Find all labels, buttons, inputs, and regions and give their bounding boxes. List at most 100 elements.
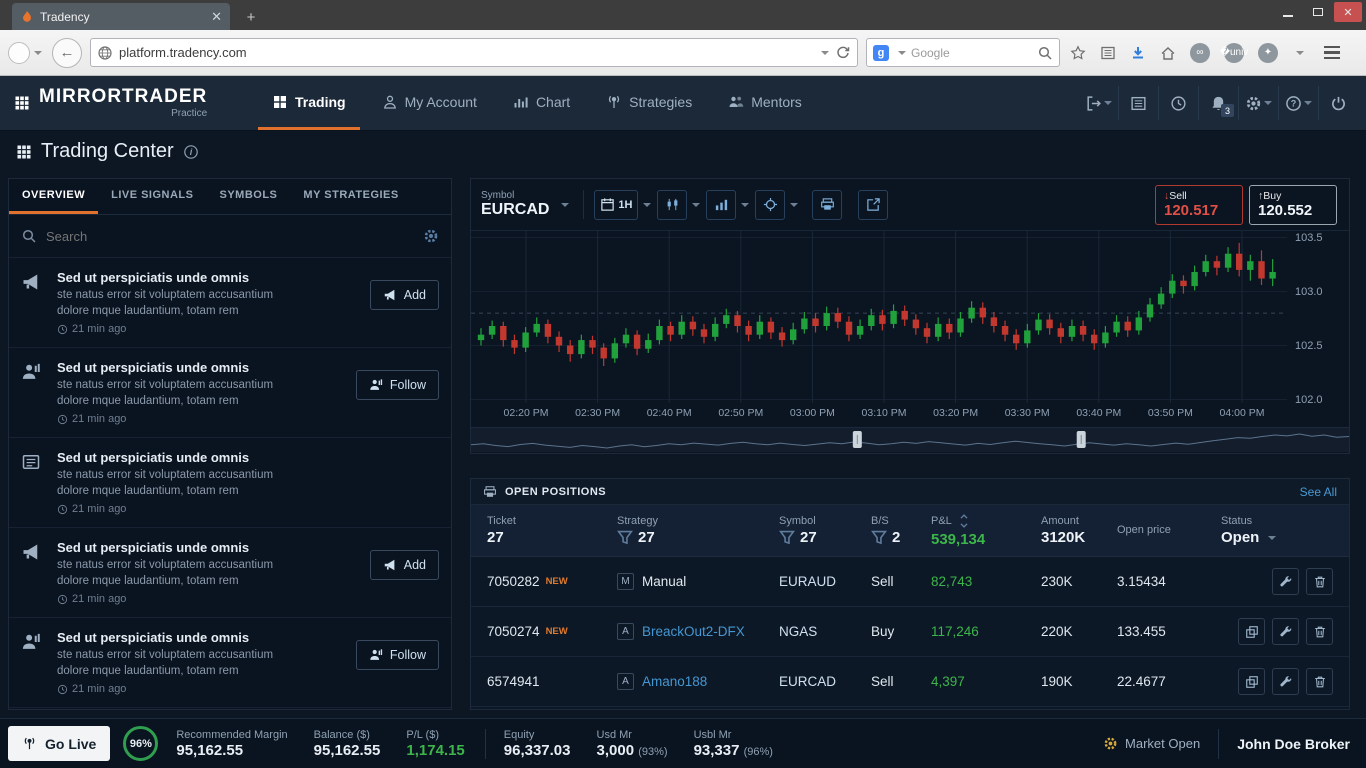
column-header-b-s[interactable]: B/S 2: [871, 515, 931, 546]
copy-button[interactable]: [1238, 618, 1265, 645]
search-icon[interactable]: [1037, 45, 1053, 61]
follow-button[interactable]: Follow: [355, 640, 439, 670]
broker-name[interactable]: John Doe Broker: [1237, 736, 1350, 752]
extension-icon[interactable]: �univ: [1220, 42, 1248, 63]
history-clock-icon[interactable]: [1158, 86, 1198, 120]
tab-groups-icon[interactable]: [8, 41, 30, 64]
google-engine-icon[interactable]: g: [873, 44, 889, 61]
search-input[interactable]: [46, 228, 414, 244]
strategy-name[interactable]: Amano188: [642, 674, 707, 689]
new-tab-button[interactable]: +: [238, 8, 264, 28]
back-button[interactable]: ←: [52, 37, 82, 68]
indicators-button[interactable]: [706, 189, 737, 220]
reports-icon[interactable]: [1118, 86, 1158, 120]
settings-gear-icon[interactable]: [1238, 86, 1278, 120]
minimize-button[interactable]: [1274, 2, 1302, 22]
market-status-label: Market Open: [1125, 736, 1201, 751]
chevron-down-icon[interactable]: [1268, 535, 1277, 540]
logout-icon[interactable]: [1078, 86, 1118, 120]
chart-type-button[interactable]: [657, 189, 688, 220]
nav-item-mentors[interactable]: Mentors: [714, 76, 816, 130]
downloads-icon[interactable]: [1130, 45, 1146, 61]
signal-card[interactable]: Sed ut perspiciatis unde omnis ste natus…: [9, 348, 451, 438]
close-button[interactable]: ✕: [1334, 2, 1362, 22]
go-live-button[interactable]: Go Live: [8, 726, 111, 761]
candlestick-chart[interactable]: 103.5 103.0 102.5 102.0 02:20 PM 02:30 PM 02:4…: [471, 231, 1349, 427]
extension-icon[interactable]: ✦: [1258, 42, 1278, 63]
edit-button[interactable]: [1272, 618, 1299, 645]
tab-symbols[interactable]: SYMBOLS: [207, 179, 291, 214]
reload-icon[interactable]: [835, 45, 851, 61]
column-header-strategy[interactable]: Strategy 27: [617, 515, 779, 546]
chevron-down-icon[interactable]: [34, 50, 42, 55]
url-bar[interactable]: [90, 38, 858, 67]
filter-funnel-icon[interactable]: [617, 530, 633, 546]
menu-icon[interactable]: [1324, 45, 1340, 60]
chevron-down-icon[interactable]: [692, 202, 701, 207]
nav-item-chart[interactable]: Chart: [499, 76, 584, 130]
chevron-down-icon[interactable]: [898, 50, 906, 55]
column-header-p-l[interactable]: P&L 539,134: [931, 513, 1041, 548]
edit-button[interactable]: [1272, 668, 1299, 695]
bookmark-star-icon[interactable]: [1070, 44, 1086, 61]
chevron-down-icon[interactable]: [741, 202, 750, 207]
chevron-down-icon[interactable]: [790, 202, 799, 207]
timeframe-button[interactable]: 1H: [594, 189, 639, 220]
buy-button[interactable]: ↑Buy 120.552: [1249, 184, 1337, 225]
delete-button[interactable]: [1306, 568, 1333, 595]
chevron-down-icon[interactable]: [821, 50, 829, 55]
help-icon[interactable]: ?: [1278, 86, 1318, 120]
add-button[interactable]: Add: [369, 550, 439, 580]
url-input[interactable]: [119, 45, 811, 60]
copy-button[interactable]: [1238, 668, 1265, 695]
table-row[interactable]: 7050274 NEW A BreackOut2-DFX NGAS Buy 117,…: [471, 607, 1349, 657]
symbol-cell[interactable]: NGAS: [779, 624, 871, 639]
symbol-cell[interactable]: EURCAD: [779, 674, 871, 689]
bookmarks-panel-icon[interactable]: [1100, 45, 1116, 61]
table-row[interactable]: 6574941 A Amano188 EURCAD Sell 4,397 190K…: [471, 657, 1349, 707]
browser-tab[interactable]: Tradency ✕: [12, 3, 230, 30]
signal-card[interactable]: Sed ut perspiciatis unde omnis ste natus…: [9, 528, 451, 618]
list-settings-gear-icon[interactable]: [423, 228, 439, 244]
delete-button[interactable]: [1306, 618, 1333, 645]
mirrortrader-logo[interactable]: MIRRORTRADER Practice: [0, 76, 258, 130]
strategy-name[interactable]: BreackOut2-DFX: [642, 624, 745, 639]
delete-button[interactable]: [1306, 668, 1333, 695]
home-icon[interactable]: [1160, 45, 1176, 61]
extension-icon[interactable]: ∞: [1190, 42, 1210, 63]
table-row[interactable]: 7050282 NEW M Manual EURAUD Sell 82,743 23…: [471, 557, 1349, 607]
sort-icon[interactable]: [956, 513, 972, 529]
power-icon[interactable]: [1318, 86, 1358, 120]
chevron-down-icon[interactable]: [1296, 50, 1304, 55]
nav-item-strategies[interactable]: Strategies: [592, 76, 706, 130]
follow-button[interactable]: Follow: [355, 370, 439, 400]
info-icon[interactable]: i: [183, 144, 199, 160]
crosshair-button[interactable]: [755, 189, 786, 220]
signal-card[interactable]: Sed ut perspiciatis unde omnis ste natus…: [9, 438, 451, 528]
positions-overlay-button[interactable]: [812, 189, 843, 220]
edit-button[interactable]: [1272, 568, 1299, 595]
symbol-selector[interactable]: Symbol EURCAD: [481, 190, 585, 219]
chevron-down-icon[interactable]: [643, 202, 652, 207]
column-header-status[interactable]: Status Open: [1221, 515, 1333, 546]
signal-card[interactable]: Sed ut perspiciatis unde omnis ste natus…: [9, 258, 451, 348]
nav-item-my-account[interactable]: My Account: [368, 76, 491, 130]
signal-card[interactable]: Sed ut perspiciatis unde omnis ste natus…: [9, 618, 451, 708]
chart-navigator[interactable]: [471, 427, 1349, 452]
tab-overview[interactable]: OVERVIEW: [9, 179, 99, 214]
sell-button[interactable]: ↓Sell 120.517: [1155, 184, 1243, 225]
filter-funnel-icon[interactable]: [871, 530, 887, 546]
tab-close-icon[interactable]: ✕: [211, 9, 222, 25]
notifications-bell-icon[interactable]: 3: [1198, 86, 1238, 120]
tab-live-signals[interactable]: LIVE SIGNALS: [98, 179, 206, 214]
expand-chart-button[interactable]: [858, 189, 889, 220]
see-all-link[interactable]: See All: [1300, 485, 1337, 499]
search-bar[interactable]: g Google: [866, 38, 1060, 67]
add-button[interactable]: Add: [369, 280, 439, 310]
maximize-button[interactable]: [1304, 2, 1332, 22]
filter-funnel-icon[interactable]: [779, 530, 795, 546]
tab-my-strategies[interactable]: MY STRATEGIES: [290, 179, 411, 214]
column-header-symbol[interactable]: Symbol 27: [779, 515, 871, 546]
x-axis-label: 02:30 PM: [575, 407, 621, 419]
nav-item-trading[interactable]: Trading: [258, 76, 360, 130]
